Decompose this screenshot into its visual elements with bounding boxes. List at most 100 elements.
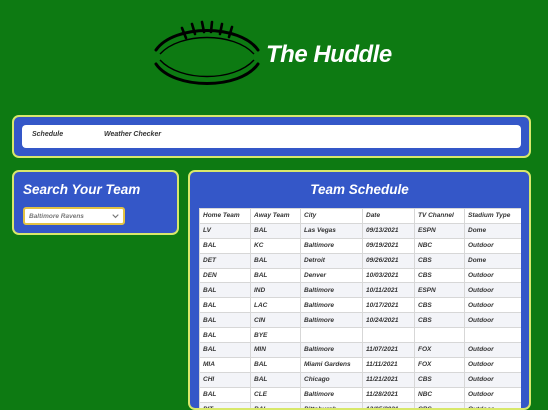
table-cell: PIT [199,401,251,408]
nav-link-schedule[interactable]: Schedule [32,131,63,138]
table-cell: IND [250,282,301,299]
table-cell [414,327,465,344]
schedule-title: Team Schedule [310,182,409,197]
table-cell: Pittsburgh [300,401,363,408]
table-cell: Baltimore [300,297,363,314]
table-cell: Chicago [300,371,363,388]
table-cell: Outdoor [464,312,521,329]
table-cell: LAC [250,297,301,314]
column-header: Date [362,208,415,224]
table-cell: 12/05/2021 [362,401,415,408]
table-body: LV BAL Las Vegas 09/13/2021 ESPN Dome BAL KC Bal… [199,222,521,408]
table-row: BAL KC Baltimore 09/19/2021 NBC Outdoor [199,237,521,254]
table-cell: Outdoor [464,401,521,408]
table-cell [300,327,363,344]
table-cell: Las Vegas [300,222,363,239]
table-cell: Dome [464,252,521,269]
table-header-row: Home Team Away Team City Date TV Channel Stad… [199,208,521,224]
table-cell: BAL [199,297,251,314]
table-cell: MIN [250,342,301,358]
table-cell: 10/11/2021 [362,282,415,299]
table-cell: KC [250,237,301,254]
table-cell: BAL [199,237,251,254]
table-cell: BAL [250,222,301,239]
table-row: BAL IND Baltimore 10/11/2021 ESPN Outdoor [199,282,521,299]
table-cell: Dome [464,222,521,239]
table-cell: BAL [250,252,301,269]
table-cell: Outdoor [464,282,521,299]
table-cell: FOX [414,356,465,373]
nav-link-weather-checker[interactable]: Weather Checker [104,131,161,138]
table-cell: Denver [300,267,363,284]
table-cell: MIA [199,356,251,373]
table-cell: BAL [199,342,251,358]
column-header: Stadium Type [464,208,521,224]
table-row: DET BAL Detroit 09/26/2021 CBS Dome [199,252,521,269]
table-cell: CBS [414,297,465,314]
search-title: Search Your Team [23,182,141,197]
table-cell: Outdoor [464,386,521,403]
table-cell: BAL [199,312,251,329]
table-cell: Baltimore [300,282,363,299]
table-cell: BAL [250,356,301,373]
table-cell: 09/26/2021 [362,252,415,269]
table-cell: BAL [250,401,301,408]
table-cell: NBC [414,237,465,254]
table-cell: DEN [199,267,251,284]
table-cell: CHI [199,371,251,388]
table-cell: Outdoor [464,342,521,358]
brand-title: The Huddle [266,41,392,68]
table-cell: CBS [414,312,465,329]
table-cell: Outdoor [464,267,521,284]
table-cell: CLE [250,386,301,403]
table-row: BAL MIN Baltimore 11/07/2021 FOX Outdoor [199,342,521,358]
schedule-panel: Team Schedule Home Team Away Team City Date… [188,170,531,410]
table-cell: CBS [414,267,465,284]
table-row: BAL BYE [199,327,521,344]
search-panel: Search Your Team Baltimore Ravens [12,170,179,235]
table-cell: BAL [199,282,251,299]
table-cell: CBS [414,401,465,408]
table-cell: BAL [199,386,251,403]
chevron-down-icon [112,214,119,219]
schedule-table-container: Home Team Away Team City Date TV Channel Stad… [199,208,521,408]
column-header: Away Team [250,208,301,224]
table-cell: Outdoor [464,237,521,254]
table-cell [362,327,415,344]
table-cell: Baltimore [300,342,363,358]
table-row: PITBALPittsburgh12/05/2021CBSOutdoor [199,401,521,408]
table-cell: Outdoor [464,371,521,388]
table-row: LV BAL Las Vegas 09/13/2021 ESPN Dome [199,222,521,239]
table-row: DEN BAL Denver 10/03/2021 CBS Outdoor [199,267,521,284]
column-header: City [300,208,363,224]
table-cell: Baltimore [300,237,363,254]
table-cell: Baltimore [300,312,363,329]
table-cell: CBS [414,252,465,269]
table-cell: BAL [250,267,301,284]
table-cell: DET [199,252,251,269]
table-cell: LV [199,222,251,239]
column-header: Home Team [199,208,251,224]
table-row: BAL CLE Baltimore 11/28/2021 NBC Outdoor [199,386,521,403]
team-select[interactable]: Baltimore Ravens [23,207,125,225]
table-cell: ESPN [414,222,465,239]
team-select-value: Baltimore Ravens [29,213,84,220]
table-row: CHI BAL Chicago 11/21/2021 CBS Outdoor [199,371,521,388]
table-cell: 10/24/2021 [362,312,415,329]
column-header: TV Channel [414,208,465,224]
table-cell: CBS [414,371,465,388]
table-cell: BAL [250,371,301,388]
table-cell: Outdoor [464,356,521,373]
table-row: BAL CIN Baltimore 10/24/2021 CBS Outdoor [199,312,521,329]
table-cell: ESPN [414,282,465,299]
navbar: Schedule Weather Checker [22,125,521,148]
table-cell: 10/17/2021 [362,297,415,314]
table-cell: 10/03/2021 [362,267,415,284]
table-cell: Miami Gardens [300,356,363,373]
table-cell: FOX [414,342,465,358]
table-cell: Detroit [300,252,363,269]
table-row: MIA BAL Miami Gardens 11/11/2021 FOX Outdoor [199,356,521,373]
table-cell: 09/19/2021 [362,237,415,254]
table-cell: Baltimore [300,386,363,403]
table-cell: 11/11/2021 [362,356,415,373]
